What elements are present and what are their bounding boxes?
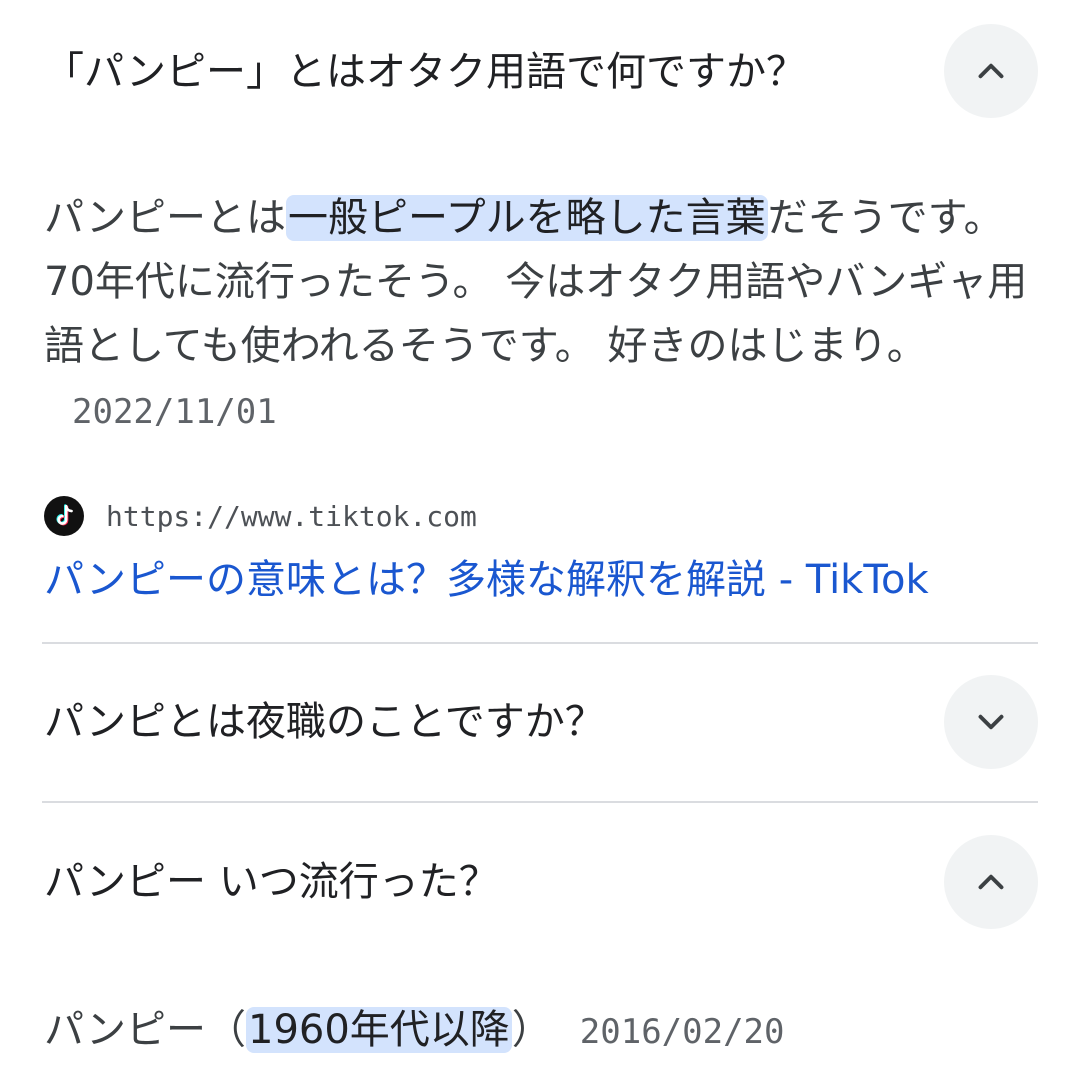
question-text[interactable]: 「パンピー」とはオタク用語で何ですか？ xyxy=(44,48,806,96)
question-text[interactable]: パンピー いつ流行った？ xyxy=(44,858,499,906)
expand-button[interactable] xyxy=(944,675,1038,769)
answer-text: パンピー（ xyxy=(44,1007,246,1053)
answer-snippet: パンピーとは一般ピープルを略した言葉だそうです。 70年代に流行ったそう。 今は… xyxy=(44,186,1034,444)
chevron-up-icon xyxy=(978,63,1004,79)
answer-highlight: 1960年代以降 xyxy=(246,1007,512,1053)
chevron-up-icon xyxy=(978,874,1004,890)
divider xyxy=(42,642,1038,644)
source-row[interactable]: https://www.tiktok.com xyxy=(44,494,477,538)
result-title-link[interactable]: パンピーの意味とは？多様な解釈を解説 - TikTok xyxy=(44,552,929,608)
collapse-button[interactable] xyxy=(944,835,1038,929)
answer-date: 2016/02/20 xyxy=(579,1012,785,1052)
divider xyxy=(42,801,1038,803)
answer-snippet: パンピー（1960年代以降） 2016/02/20 xyxy=(44,998,1034,1064)
answer-highlight: 一般ピープルを略した言葉 xyxy=(286,195,768,241)
answer-text: パンピーとは xyxy=(44,195,286,241)
answer-text: ） xyxy=(511,1007,552,1053)
question-text[interactable]: パンピとは夜職のことですか？ xyxy=(44,698,605,746)
collapse-button[interactable] xyxy=(944,24,1038,118)
source-url[interactable]: https://www.tiktok.com xyxy=(106,500,477,533)
tiktok-icon xyxy=(44,496,84,536)
answer-date: 2022/11/01 xyxy=(72,392,277,432)
chevron-down-icon xyxy=(978,714,1004,730)
